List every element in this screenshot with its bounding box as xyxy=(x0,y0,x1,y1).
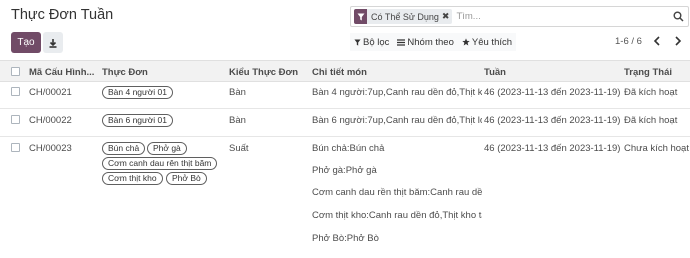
row-checkbox[interactable] xyxy=(11,87,20,96)
row-week: 46 (2023-11-13 đến 2023-11-19) xyxy=(484,143,620,154)
search-options: Bộ lọc Nhóm theo Yêu thích xyxy=(350,33,517,51)
create-button[interactable]: Tạo xyxy=(11,32,41,53)
menu-tag: Cơm thịt kho xyxy=(102,172,163,185)
row-detail: Cơm canh dau rền thịt băm:Canh rau dền xyxy=(312,187,482,198)
group-by-button[interactable]: Nhóm theo xyxy=(393,33,457,51)
row-type: Suất xyxy=(229,143,249,154)
menu-tag: Phở gà xyxy=(147,142,187,155)
favorites-label: Yêu thích xyxy=(471,36,513,48)
star-icon xyxy=(462,38,470,46)
menu-tag: Bún chả xyxy=(102,142,146,155)
search-bar: Có Thể Sử Dụng ✖ xyxy=(350,6,689,27)
table-header: Mã Cấu Hình... Thực Đơn Kiểu Thực Đơn Ch… xyxy=(0,60,690,82)
row-status: Đã kích hoạt xyxy=(624,87,678,98)
row-detail: Bún chả:Bún chả xyxy=(312,143,385,154)
table-row[interactable]: CH/00023 Bún chả Phở gà Cơm canh dau rên… xyxy=(0,138,690,258)
column-header-type[interactable]: Kiểu Thực Đơn xyxy=(229,67,298,78)
table-row[interactable]: CH/00022 Bàn 6 người 01 Bàn Bàn 6 người:… xyxy=(0,110,690,137)
chevron-left-icon[interactable] xyxy=(653,36,661,46)
column-header-status[interactable]: Trạng Thái xyxy=(624,67,672,78)
row-status: Đã kích hoạt xyxy=(624,115,678,126)
menu-tag: Cơm canh dau rên thịt băm xyxy=(102,157,218,170)
row-week: 46 (2023-11-13 đến 2023-11-19) xyxy=(484,115,620,126)
download-icon xyxy=(49,38,57,48)
pager-value[interactable]: 1-6 / 6 xyxy=(615,36,642,47)
search-facet[interactable]: Có Thể Sử Dụng ✖ xyxy=(354,9,453,24)
filter-icon xyxy=(354,38,361,46)
row-code: CH/00023 xyxy=(29,143,72,154)
page-title: Thực Đơn Tuần xyxy=(11,7,114,23)
column-header-details[interactable]: Chi tiết món xyxy=(312,67,367,78)
row-checkbox[interactable] xyxy=(11,143,20,152)
chevron-right-icon[interactable] xyxy=(674,36,682,46)
favorites-button[interactable]: Yêu thích xyxy=(458,33,516,51)
facet-remove-icon[interactable]: ✖ xyxy=(442,11,453,22)
select-all-checkbox[interactable] xyxy=(11,67,20,76)
row-detail: Phở gà:Phở gà xyxy=(312,165,377,176)
table-row[interactable]: CH/00021 Bàn 4 người 01 Bàn Bàn 4 người:… xyxy=(0,82,690,109)
row-week: 46 (2023-11-13 đến 2023-11-19) xyxy=(484,87,620,98)
column-header-menu[interactable]: Thực Đơn xyxy=(102,67,148,78)
row-detail: Bàn 4 người:7up,Canh rau dền đỏ,Thịt kho xyxy=(312,87,482,98)
column-header-code[interactable]: Mã Cấu Hình... xyxy=(29,67,94,78)
filter-icon xyxy=(354,9,367,24)
row-detail: Bàn 6 người:7up,Canh rau dền đỏ,Thịt lợn xyxy=(312,115,482,126)
search-icon[interactable] xyxy=(673,11,684,22)
filter-button[interactable]: Bộ lọc xyxy=(350,33,393,51)
bars-icon xyxy=(397,38,406,46)
row-code: CH/00022 xyxy=(29,115,72,126)
row-checkbox[interactable] xyxy=(11,115,20,124)
menu-tag: Bàn 4 người 01 xyxy=(102,86,173,99)
row-detail: Cơm thịt kho:Canh rau dền đỏ,Thịt kho tà… xyxy=(312,210,482,221)
facet-label: Có Thể Sử Dụng xyxy=(371,11,439,22)
menu-tag: Phở Bò xyxy=(166,172,207,185)
row-detail: Phở Bò:Phở Bò xyxy=(312,233,379,244)
export-button[interactable] xyxy=(43,32,63,53)
column-header-week[interactable]: Tuần xyxy=(484,67,506,78)
row-code: CH/00021 xyxy=(29,87,72,98)
menu-tag: Bàn 6 người 01 xyxy=(102,114,173,127)
filter-label: Bộ lọc xyxy=(363,36,390,48)
row-type: Bàn xyxy=(229,87,246,98)
row-type: Bàn xyxy=(229,115,246,126)
search-input[interactable] xyxy=(456,11,667,22)
group-by-label: Nhóm theo xyxy=(407,36,454,48)
row-status: Chưa kích hoạt xyxy=(624,143,689,154)
